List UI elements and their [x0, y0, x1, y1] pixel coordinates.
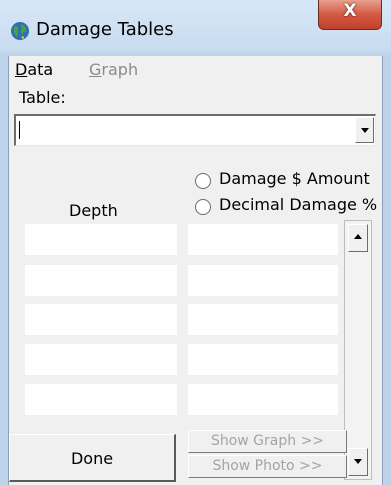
show-photo-button-label: Show Photo >>: [212, 458, 323, 474]
chevron-up-icon: [354, 234, 362, 239]
damage-cell-1[interactable]: [188, 224, 338, 255]
radio-damage-amount[interactable]: [195, 173, 211, 189]
depth-cell-2[interactable]: [25, 265, 177, 296]
menu-graph-rest: raph: [101, 60, 139, 79]
menu-graph[interactable]: Graph: [89, 60, 138, 79]
client-area: Data Graph Table: Damage $ Amount Decima…: [8, 56, 383, 485]
window-title: Damage Tables: [36, 19, 174, 40]
menu-data[interactable]: Data: [15, 60, 53, 79]
damage-cell-5[interactable]: [188, 384, 338, 415]
text-caret: [19, 121, 20, 139]
show-photo-button[interactable]: Show Photo >>: [188, 455, 347, 478]
table-label: Table:: [19, 88, 66, 107]
done-button-label: Done: [70, 449, 114, 468]
depth-cell-1[interactable]: [25, 224, 177, 255]
title-bar[interactable]: Damage Tables X: [0, 0, 391, 56]
menu-bar: Data Graph: [9, 56, 382, 82]
done-button[interactable]: Done: [9, 434, 176, 482]
grid-vertical-scrollbar[interactable]: [344, 220, 372, 480]
chevron-down-icon: [361, 128, 369, 133]
depth-cell-3[interactable]: [25, 304, 177, 335]
radio-decimal-damage[interactable]: [195, 199, 211, 215]
radio-decimal-damage-label[interactable]: Decimal Damage %: [219, 195, 377, 214]
menu-data-mnemonic: D: [15, 60, 28, 79]
depth-cell-5[interactable]: [25, 384, 177, 415]
table-dropdown-button[interactable]: [355, 117, 374, 143]
scroll-up-button[interactable]: [348, 224, 368, 252]
scroll-down-button[interactable]: [348, 448, 368, 476]
show-graph-button[interactable]: Show Graph >>: [188, 430, 347, 453]
chevron-down-icon: [354, 459, 362, 464]
damage-cell-3[interactable]: [188, 304, 338, 335]
damage-cell-4[interactable]: [188, 344, 338, 375]
menu-data-rest: ata: [27, 60, 54, 79]
damage-tables-window: Damage Tables X Data Graph Table: Damage…: [0, 0, 391, 485]
depth-cell-4[interactable]: [25, 344, 177, 375]
damage-cell-2[interactable]: [188, 265, 338, 296]
show-graph-button-label: Show Graph >>: [210, 433, 325, 449]
depth-column-header: Depth: [69, 201, 118, 220]
globe-icon: [11, 22, 29, 40]
menu-graph-mnemonic: G: [89, 60, 102, 79]
radio-damage-amount-label[interactable]: Damage $ Amount: [219, 169, 370, 188]
table-combobox[interactable]: [14, 114, 376, 146]
close-icon: X: [343, 1, 357, 21]
close-button[interactable]: X: [318, 0, 382, 30]
